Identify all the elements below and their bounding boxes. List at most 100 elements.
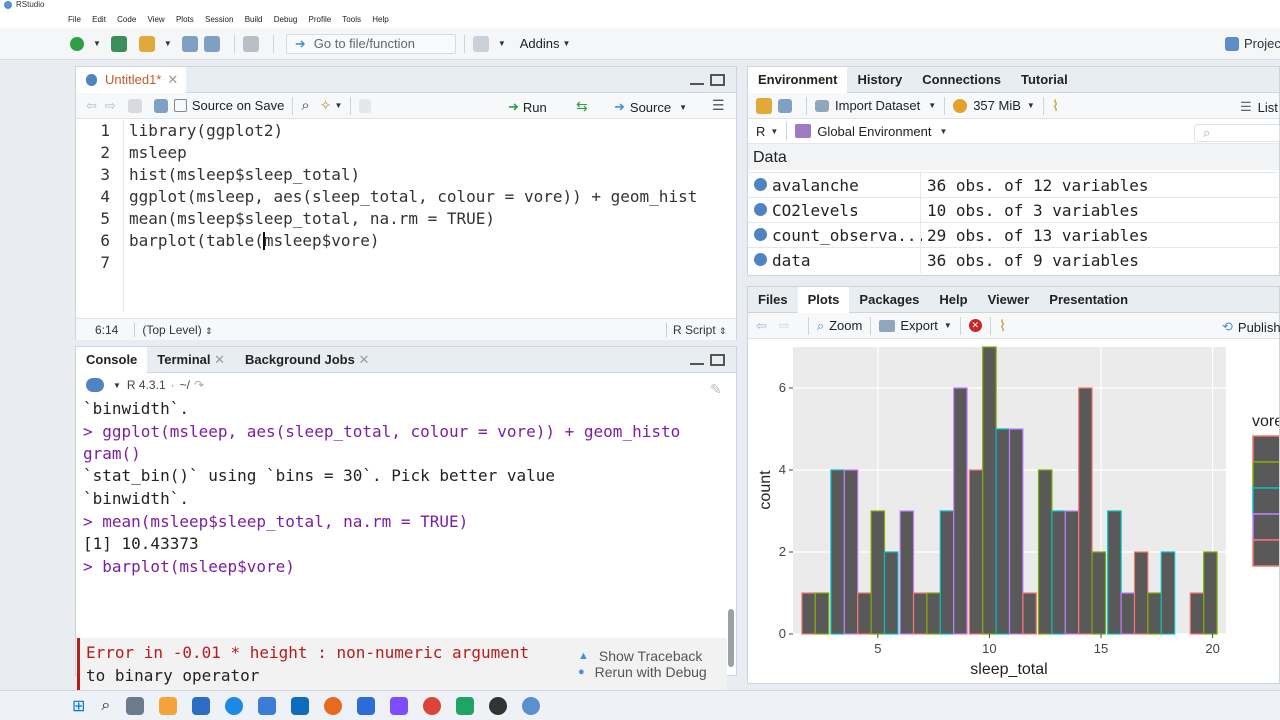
tab-environment[interactable]: Environment <box>748 66 848 93</box>
search-icon[interactable]: ⌕ <box>101 697 110 715</box>
menu-edit[interactable]: Edit <box>92 15 106 24</box>
zoom-button[interactable]: Zoom <box>829 318 862 333</box>
menu-view[interactable]: View <box>148 15 165 24</box>
menu-help[interactable]: Help <box>372 15 388 24</box>
import-dataset-button[interactable]: Import Dataset <box>835 98 920 113</box>
export-button[interactable]: Export <box>900 318 938 333</box>
code-tools-dropdown-icon[interactable]: ▼ <box>334 101 342 110</box>
chrome-icon[interactable] <box>423 696 442 715</box>
clear-workspace-broom-icon[interactable]: ⌇ <box>1052 97 1059 115</box>
open-file-dropdown-icon[interactable]: ▼ <box>164 39 172 48</box>
tab-viewer[interactable]: Viewer <box>978 287 1040 313</box>
tab-files[interactable]: Files <box>748 287 798 313</box>
github-icon[interactable] <box>489 696 508 715</box>
addins-menu[interactable]: Addins <box>520 36 560 51</box>
slack-icon[interactable] <box>390 696 409 715</box>
outlook-icon[interactable] <box>258 696 277 715</box>
remove-plot-icon[interactable]: ✕ <box>968 319 982 332</box>
r-version-dropdown-icon[interactable]: ▼ <box>113 381 121 390</box>
firefox-icon[interactable] <box>324 696 343 715</box>
clear-plots-broom-icon[interactable]: ⌇ <box>999 317 1006 335</box>
close-tab-icon[interactable]: ✕ <box>167 67 178 93</box>
global-environment-selector[interactable]: Global Environment <box>817 124 931 139</box>
rstudio-taskbar-icon[interactable] <box>522 696 541 715</box>
project-menu[interactable]: Project <box>1225 36 1280 51</box>
compile-report-icon[interactable] <box>359 98 372 113</box>
tab-background-jobs[interactable]: Background Jobs ✕ <box>235 347 379 373</box>
env-row-count-observations[interactable]: count_observa... 29 obs. of 13 variables <box>748 222 1280 248</box>
tab-help[interactable]: Help <box>929 287 977 313</box>
env-row-data[interactable]: data 36 obs. of 9 variables <box>748 247 1280 273</box>
env-row-avalanche[interactable]: avalanche 36 obs. of 12 variables <box>748 172 1280 198</box>
tab-console[interactable]: Console <box>76 346 148 373</box>
previous-plot-icon[interactable]: ⇦ <box>756 318 767 334</box>
task-view-icon[interactable] <box>126 696 145 715</box>
tab-packages[interactable]: Packages <box>849 287 929 313</box>
import-dataset-dropdown-icon[interactable]: ▼ <box>928 101 936 110</box>
clear-console-icon[interactable]: ✎ <box>710 381 722 398</box>
code-editor[interactable]: 1 2 3 4 5 6 7 library(ggplot2) msleep hi… <box>76 120 736 369</box>
scope-selector[interactable]: (Top Level) ⇕ <box>134 322 213 337</box>
tab-tutorial[interactable]: Tutorial <box>1011 67 1078 93</box>
expand-icon[interactable] <box>754 203 767 216</box>
tab-history[interactable]: History <box>847 67 912 93</box>
menu-build[interactable]: Build <box>245 15 263 24</box>
menu-code[interactable]: Code <box>117 15 136 24</box>
addins-dropdown-icon[interactable]: ▼ <box>563 39 571 48</box>
back-arrow-icon[interactable]: ⇦ <box>86 98 97 114</box>
minimize-pane-icon[interactable] <box>690 355 704 365</box>
next-plot-icon[interactable]: ⇨ <box>779 318 790 334</box>
print-icon[interactable] <box>242 35 259 52</box>
language-selector[interactable]: R <box>756 124 765 139</box>
windows-start-icon[interactable]: ⊞ <box>72 696 85 716</box>
new-file-dropdown-icon[interactable]: ▼ <box>93 39 101 48</box>
save-file-icon[interactable] <box>153 98 168 113</box>
menu-tools[interactable]: Tools <box>342 15 361 24</box>
tab-connections[interactable]: Connections <box>912 67 1011 93</box>
menu-profile[interactable]: Profile <box>309 15 332 24</box>
panes-dropdown-icon[interactable]: ▼ <box>498 39 506 48</box>
menu-file[interactable]: File <box>68 15 81 24</box>
open-file-icon[interactable] <box>138 35 155 52</box>
publish-button[interactable]: ⟲ Publish <box>1222 319 1280 335</box>
file-type-selector[interactable]: R Script ⇕ <box>666 323 727 337</box>
forward-arrow-icon[interactable]: ⇨ <box>105 98 116 114</box>
maximize-pane-icon[interactable] <box>710 74 725 86</box>
new-project-icon[interactable] <box>110 35 127 52</box>
go-to-file-input[interactable]: ➜ Go to file/function <box>285 33 456 54</box>
rerun-with-debug-button[interactable]: ● Rerun with Debug <box>578 664 707 680</box>
environment-search-input[interactable]: ⌕ <box>1194 124 1280 142</box>
minimize-pane-icon[interactable] <box>690 75 704 85</box>
save-workspace-icon[interactable] <box>778 98 792 113</box>
workspace-panes-icon[interactable] <box>472 35 489 52</box>
search-icon[interactable]: ⌕ <box>301 97 309 114</box>
list-view-button[interactable]: ☰ List <box>1240 99 1278 115</box>
tab-untitled1[interactable]: Untitled1* ✕ <box>76 66 187 93</box>
tab-presentation[interactable]: Presentation <box>1039 287 1138 313</box>
copilot-app-icon[interactable] <box>357 696 376 715</box>
console-output[interactable]: `binwidth`. > ggplot(msleep, aes(sleep_t… <box>76 399 727 700</box>
copilot-icon[interactable] <box>159 696 178 715</box>
google-drive-icon[interactable] <box>456 696 475 715</box>
menu-session[interactable]: Session <box>205 15 233 24</box>
maximize-pane-icon[interactable] <box>710 354 725 366</box>
show-traceback-button[interactable]: ▲ Show Traceback <box>578 648 702 664</box>
menu-debug[interactable]: Debug <box>274 15 298 24</box>
save-icon[interactable] <box>181 35 198 52</box>
env-row-co2levels[interactable]: CO2levels 10 obs. of 3 variables <box>748 197 1280 223</box>
expand-icon[interactable] <box>754 178 767 191</box>
expand-icon[interactable] <box>754 253 767 266</box>
rerun-icon[interactable]: ⇆ <box>576 98 588 115</box>
new-file-icon[interactable] <box>70 36 84 51</box>
code-tools-wand-icon[interactable]: ✧ <box>320 97 332 114</box>
scope-dropdown-icon[interactable]: ▼ <box>939 127 947 136</box>
source-on-save-checkbox[interactable] <box>173 99 187 112</box>
tab-terminal[interactable]: Terminal ✕ <box>147 347 235 373</box>
load-workspace-icon[interactable] <box>756 97 772 114</box>
close-tab-icon[interactable]: ✕ <box>214 352 225 367</box>
tab-plots[interactable]: Plots <box>797 286 850 313</box>
document-outline-icon[interactable]: ☰ <box>712 97 725 114</box>
store-icon[interactable] <box>291 696 310 715</box>
memory-dropdown-icon[interactable]: ▼ <box>1027 101 1035 110</box>
memory-usage-label[interactable]: 357 MiB <box>973 98 1021 113</box>
